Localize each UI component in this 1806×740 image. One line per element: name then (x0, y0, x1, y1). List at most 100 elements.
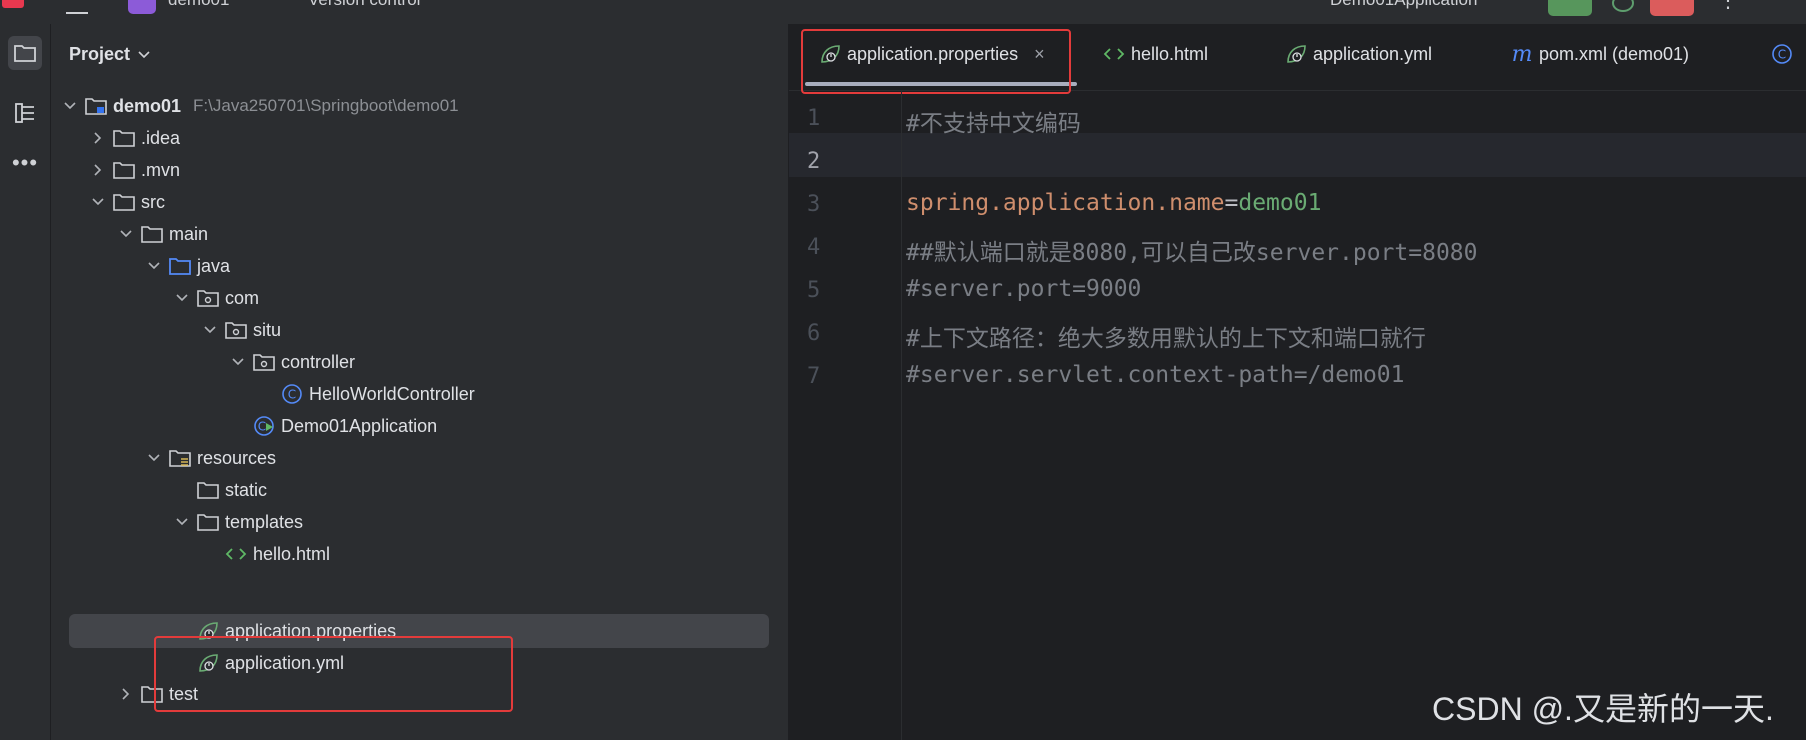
line-number: 1 (807, 106, 821, 131)
tree-item-demo01application[interactable]: C Demo01Application (253, 410, 437, 442)
tree-item-label: hello.html (253, 543, 331, 564)
main-menu-icon[interactable] (66, 0, 88, 14)
version-control-menu[interactable]: Version control (308, 0, 420, 10)
tree-item-label: situ (253, 319, 282, 340)
html-icon (1103, 43, 1125, 65)
tree-item-helloworldcontroller[interactable]: C HelloWorldController (281, 378, 475, 410)
property-value: demo01 (1238, 190, 1322, 216)
project-switcher[interactable]: demo01 (168, 0, 229, 10)
chevron-down-icon[interactable] (229, 353, 247, 371)
code-line-3[interactable]: spring.application.name=demo01 (906, 190, 1321, 216)
stop-button[interactable] (1650, 0, 1694, 16)
folder-icon (113, 191, 135, 213)
tree-item-mvn[interactable]: .mvn (89, 154, 180, 186)
code-line-5[interactable]: #server.port=9000 (906, 276, 1141, 302)
tree-item-label: static (225, 479, 268, 500)
code-line-6[interactable]: #上下文路径：绝大多数用默认的上下文和端口就行 (906, 319, 1426, 353)
tab-application-yml[interactable]: application.yml (1285, 38, 1432, 70)
line-number: 5 (807, 278, 821, 303)
tree-item-controller[interactable]: controller (229, 346, 355, 378)
folder-icon (141, 223, 163, 245)
annotation-highlight-box (154, 636, 513, 712)
tree-item-situ[interactable]: situ (201, 314, 281, 346)
line-number: 6 (807, 321, 821, 346)
tree-item-resources[interactable]: resources (145, 442, 276, 474)
tab-label: pom.xml (demo01) (1539, 43, 1690, 64)
folder-icon (14, 45, 36, 62)
chevron-down-icon[interactable] (61, 97, 79, 115)
more-icon: ••• (11, 150, 39, 175)
svg-text:C: C (288, 388, 296, 402)
run-button[interactable] (1548, 0, 1592, 16)
run-configuration-selector[interactable]: Demo01Application (1330, 0, 1477, 10)
equals-sign: = (1224, 190, 1239, 216)
folder-icon (197, 511, 219, 533)
chevron-down-icon[interactable] (117, 225, 135, 243)
chevron-down-icon[interactable] (201, 321, 219, 339)
chevron-down-icon[interactable] (173, 513, 191, 531)
tree-item-label: resources (197, 447, 277, 468)
tree-item-com[interactable]: com (173, 282, 259, 314)
project-panel-title: Project (69, 44, 131, 64)
package-icon (225, 319, 247, 341)
title-bar: demo01 Version control Demo01Application… (0, 0, 1806, 24)
tree-item-main[interactable]: main (117, 218, 208, 250)
project-panel-header[interactable]: Project (69, 44, 150, 65)
tree-item-demo01[interactable]: demo01 F:\Java250701\Springboot\demo01 (61, 90, 459, 122)
tab-overflow-class[interactable]: C (1771, 38, 1799, 70)
tree-item-label: Demo01Application (281, 415, 438, 436)
project-panel: Project demo01 F:\Java250701\Springboot\… (51, 24, 789, 740)
chevron-down-icon[interactable] (89, 193, 107, 211)
resources-folder-icon (169, 447, 191, 469)
tree-item-label: main (169, 223, 209, 244)
tree-item-src[interactable]: src (89, 186, 165, 218)
package-icon (197, 287, 219, 309)
more-tools-button[interactable]: ••• (8, 146, 42, 180)
tree-item-static[interactable]: static (197, 474, 267, 506)
tree-item-java[interactable]: java (145, 250, 230, 282)
chevron-down-icon[interactable] (173, 289, 191, 307)
tree-item-label: .idea (141, 127, 181, 148)
tree-item-label: src (141, 191, 165, 212)
tree-item-label: com (225, 287, 260, 308)
maven-icon: m (1511, 41, 1533, 67)
tree-item-label: java (197, 255, 231, 276)
tab-label: hello.html (1131, 43, 1209, 64)
tab-pom-xml[interactable]: m pom.xml (demo01) (1511, 38, 1689, 70)
project-tool-button[interactable] (8, 36, 42, 70)
tab-hello-html[interactable]: hello.html (1103, 38, 1208, 70)
chevron-down-icon (138, 50, 150, 58)
code-line-1[interactable]: #不支持中文编码 (906, 104, 1081, 138)
line-number: 3 (807, 192, 821, 217)
folder-icon (113, 159, 135, 181)
chevron-right-icon[interactable] (89, 161, 107, 179)
tree-item-idea[interactable]: .idea (89, 122, 180, 154)
folder-icon (113, 127, 135, 149)
chevron-down-icon[interactable] (145, 449, 163, 467)
line-number: 4 (807, 235, 821, 260)
gutter-separator (901, 90, 902, 740)
chevron-right-icon[interactable] (117, 685, 135, 703)
structure-tool-button[interactable] (8, 96, 42, 130)
class-icon: C (1771, 43, 1793, 65)
debug-icon[interactable] (1612, 0, 1634, 12)
line-number: 2 (807, 149, 821, 174)
spring-boot-app-icon: C (253, 415, 275, 437)
watermark-text: CSDN @.又是新的一天. (1432, 691, 1774, 727)
svg-text:C: C (258, 420, 266, 434)
folder-icon (197, 479, 219, 501)
tree-item-hello-html[interactable]: hello.html (225, 538, 330, 570)
tool-window-strip: ••• (0, 24, 51, 740)
class-icon: C (281, 383, 303, 405)
code-line-4[interactable]: ##默认端口就是8080,可以自己改server.port=8080 (906, 233, 1478, 267)
more-actions-icon[interactable]: ⋮ (1718, 0, 1738, 13)
module-path: F:\Java250701\Springboot\demo01 (193, 96, 459, 115)
tree-item-label: templates (225, 511, 304, 532)
tree-item-templates[interactable]: templates (173, 506, 303, 538)
module-folder-icon (85, 95, 107, 117)
chevron-down-icon[interactable] (145, 257, 163, 275)
project-badge-icon[interactable] (128, 0, 156, 14)
line-number: 7 (807, 364, 821, 389)
code-line-7[interactable]: #server.servlet.context-path=/demo01 (906, 362, 1405, 388)
chevron-right-icon[interactable] (89, 129, 107, 147)
